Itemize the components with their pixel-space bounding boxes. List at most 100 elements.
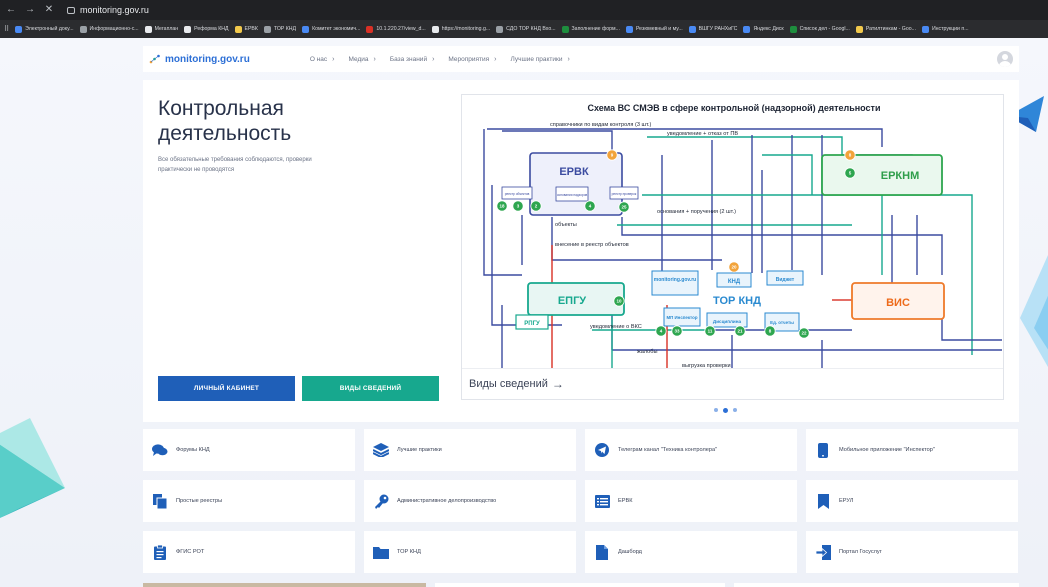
bookmark-item[interactable]: Мегаплан xyxy=(144,25,178,33)
bottom-cards-peek xyxy=(143,583,1019,587)
service-tile[interactable]: Форумы КНД xyxy=(143,429,355,471)
apps-icon[interactable]: ⠿ xyxy=(4,25,9,33)
service-tile-label: ФГИС РОТ xyxy=(176,549,205,555)
bookmark-label: Яндекс Диск xyxy=(753,26,784,32)
service-tile[interactable]: ФГИС РОТ xyxy=(143,531,355,573)
scheme-caption[interactable]: Виды сведений → xyxy=(462,368,1003,399)
service-tile-label: Телеграм канал "Техника контролера" xyxy=(618,447,718,453)
scheme-node-rpgu: РПГУ xyxy=(524,321,540,327)
bookmark-item[interactable]: ТОР КНД xyxy=(263,25,296,33)
slider-pager xyxy=(714,407,737,413)
chevron-right-icon: › xyxy=(332,55,335,63)
data-types-button[interactable]: ВИДЫ СВЕДЕНИЙ xyxy=(302,376,439,401)
scheme-objects-label: объекты xyxy=(555,222,577,228)
nav-item-media[interactable]: Медиа › xyxy=(348,56,375,63)
service-tile[interactable]: Мобильное приложение "Инспектор" xyxy=(806,429,1018,471)
scheme-badge: 33 xyxy=(671,325,683,337)
bookmark-item[interactable]: СДО ТОР КНД Вхо... xyxy=(496,25,556,33)
user-avatar-icon[interactable] xyxy=(997,51,1013,67)
site-info-icon[interactable] xyxy=(67,6,75,14)
bookmark-item[interactable]: Информационно-с... xyxy=(79,25,139,33)
bookmark-label: Инструкции п... xyxy=(931,26,969,32)
bookmark-favicon-icon xyxy=(15,25,23,33)
bookmark-item[interactable]: Яндекс Диск xyxy=(743,25,784,33)
bookmark-item[interactable]: Комитет экономич... xyxy=(302,25,361,33)
bookmark-favicon-icon xyxy=(496,25,504,33)
nav-item-knowledge[interactable]: База знаний › xyxy=(390,56,435,63)
slider-dot[interactable] xyxy=(714,408,718,412)
scheme-badge: 11 xyxy=(704,325,716,337)
chevron-right-icon: › xyxy=(567,55,570,63)
service-tile[interactable]: Портал Госуслуг xyxy=(806,531,1018,573)
hero-subtitle: Все обязательные требования соблюдаются,… xyxy=(158,157,312,173)
bookmark-favicon-icon xyxy=(263,25,271,33)
service-tile[interactable]: ЕРВК xyxy=(585,480,797,522)
service-tile[interactable]: ТОР КНД xyxy=(364,531,576,573)
service-tile[interactable]: Дашборд xyxy=(585,531,797,573)
nav-item-practices[interactable]: Лучшие практики › xyxy=(511,56,570,63)
bookmark-item[interactable]: ВШГУ РАНХиГС xyxy=(688,25,737,33)
nav-label: О нас xyxy=(309,55,328,63)
scheme-node-widget: Виджет xyxy=(776,277,795,283)
service-tile-label: Мобильное приложение "Инспектор" xyxy=(839,447,935,453)
bookmark-item[interactable]: Ратилтинкам - Goo... xyxy=(855,25,916,33)
scheme-vks-label: уведомление о ВКС xyxy=(590,324,642,330)
bookmark-icon xyxy=(815,493,831,509)
scheme-slide[interactable]: Схема ВС СМЭВ в сфере контрольной (надзо… xyxy=(461,94,1004,400)
hero-card: Контрольная деятельность Все обязательны… xyxy=(143,80,1019,422)
scheme-caption-text: Виды сведений xyxy=(469,378,548,390)
bookmark-label: Комитет экономич... xyxy=(312,26,361,32)
nav-label: База знаний xyxy=(389,55,428,63)
bookmark-item[interactable]: Список дел - Googl... xyxy=(789,25,850,33)
bookmark-item[interactable]: Заполнение форм... xyxy=(561,25,620,33)
service-tile[interactable]: Лучшие практики xyxy=(364,429,576,471)
scheme-title: Схема ВС СМЭВ в сфере контрольной (надзо… xyxy=(587,103,880,113)
bookmark-label: Информационно-с... xyxy=(89,26,139,32)
nav-label: Лучшие практики xyxy=(510,55,563,63)
bookmark-item[interactable]: Резюмевный и му... xyxy=(625,25,683,33)
back-icon[interactable]: ← xyxy=(6,5,16,15)
phone-icon xyxy=(815,442,831,458)
service-tile[interactable]: Простые реестры xyxy=(143,480,355,522)
scheme-node-reestr1: реестр объектов xyxy=(505,192,530,196)
slider-dot-active[interactable] xyxy=(723,407,728,413)
arrow-right-icon: → xyxy=(551,377,564,391)
scheme-badge: 4 xyxy=(655,325,667,337)
site-logo[interactable]: monitoring.gov.ru xyxy=(149,54,250,65)
bookmark-item[interactable]: Электронный доку... xyxy=(15,25,74,33)
scheme-node-reestr2: реестр проверок xyxy=(612,192,637,196)
scheme-badge: 21 xyxy=(734,325,746,337)
scheme-badge: 18 xyxy=(496,200,508,212)
nav-label: Мероприятия xyxy=(448,55,490,63)
slider-dot[interactable] xyxy=(733,408,737,412)
personal-account-button[interactable]: ЛИЧНЫЙ КАБИНЕТ xyxy=(158,376,295,401)
nav-item-events[interactable]: Мероприятия › xyxy=(448,56,496,63)
scheme-complaints-label: жалобы xyxy=(637,349,658,355)
service-tile[interactable]: ЕРУЛ xyxy=(806,480,1018,522)
nav-item-about[interactable]: О нас › xyxy=(310,56,335,63)
logo-text: monitoring.gov.ru xyxy=(165,53,250,65)
service-tile-label: Административное делопроизводство xyxy=(397,498,497,504)
scheme-node-tor: ТОР КНД xyxy=(713,295,761,307)
close-tab-icon[interactable]: ✕ xyxy=(44,5,54,15)
bookmark-label: Ратилтинкам - Goo... xyxy=(865,26,916,32)
scheme-top-label: справочники по видам контроля (3 шт.) xyxy=(550,122,651,128)
bookmark-item[interactable]: Реформа КНД xyxy=(184,25,229,33)
scheme-badge-label: 33 xyxy=(674,329,680,334)
bookmark-label: 10.1.220.27/view_d... xyxy=(376,26,426,32)
forward-icon[interactable]: → xyxy=(25,5,35,15)
scheme-notice-label: уведомление + отказ от ПВ xyxy=(667,131,738,137)
service-tile[interactable]: Административное делопроизводство xyxy=(364,480,576,522)
bookmark-item[interactable]: https://monitoring.g... xyxy=(431,25,490,33)
bookmark-favicon-icon xyxy=(79,25,87,33)
bookmark-item[interactable]: 10.1.220.27/view_d... xyxy=(366,25,426,33)
scheme-badge-label: 10 xyxy=(616,299,622,304)
decorative-polygon-icon xyxy=(0,418,65,518)
scheme-badge: 9 xyxy=(606,149,618,161)
address-bar[interactable]: monitoring.gov.ru xyxy=(67,5,149,15)
bookmark-favicon-icon xyxy=(302,25,310,33)
bookmark-item[interactable]: Инструкции п... xyxy=(921,25,969,33)
scheme-node-epgu: ЕПГУ xyxy=(558,295,586,307)
service-tile[interactable]: Телеграм канал "Техника контролера" xyxy=(585,429,797,471)
bookmark-item[interactable]: ЕРВК xyxy=(234,25,258,33)
